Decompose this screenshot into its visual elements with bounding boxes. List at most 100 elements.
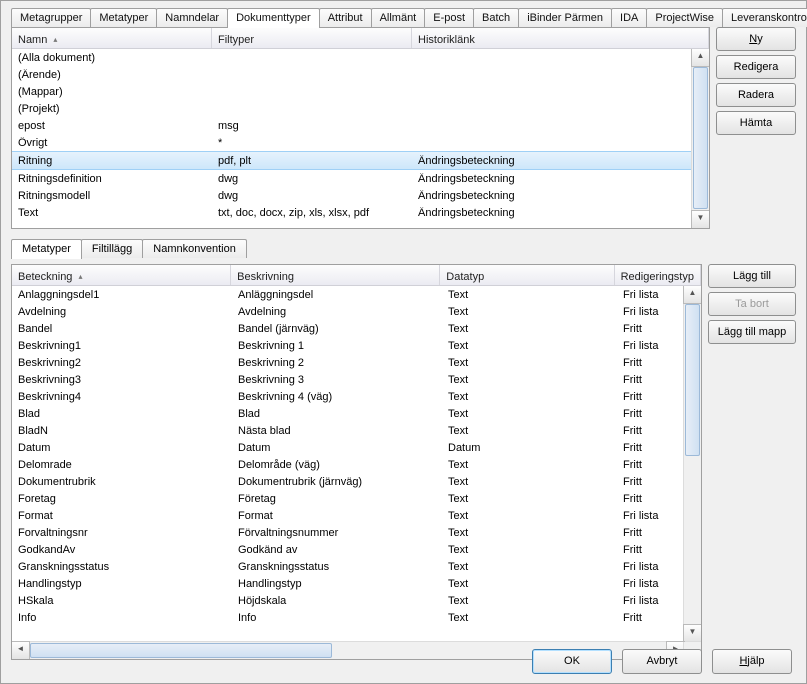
- cell-beskrivning: Höjdskala: [232, 595, 442, 607]
- main-tab[interactable]: Leveranskontroll: [722, 8, 807, 27]
- add-folder-button[interactable]: Lägg till mapp: [708, 320, 796, 344]
- help-button[interactable]: Hjälp: [712, 649, 792, 674]
- cell-datatyp: Text: [442, 408, 617, 420]
- sub-tab[interactable]: Metatyper: [11, 239, 82, 259]
- cell-historylink: Ändringsbeteckning: [412, 190, 692, 202]
- edit-button[interactable]: Redigera: [716, 55, 796, 79]
- table-row[interactable]: Anlaggningsdel1AnläggningsdelTextFri lis…: [12, 286, 684, 303]
- main-tab[interactable]: Metagrupper: [11, 8, 91, 27]
- column-header[interactable]: Namn▴: [12, 28, 212, 48]
- table-row[interactable]: DokumentrubrikDokumentrubrik (järnväg)Te…: [12, 473, 684, 490]
- cell-beskrivning: Blad: [232, 408, 442, 420]
- sub-tab[interactable]: Filtillägg: [81, 239, 143, 258]
- main-tab[interactable]: Metatyper: [90, 8, 157, 27]
- new-button[interactable]: Ny: [716, 27, 796, 51]
- scroll-up-icon[interactable]: ▲: [683, 286, 701, 304]
- cell-datatyp: Text: [442, 595, 617, 607]
- grid-header: Namn▴FiltyperHistoriklänk: [12, 28, 709, 49]
- main-tab[interactable]: Attribut: [319, 8, 372, 27]
- cell-beteckning: Beskrivning1: [12, 340, 232, 352]
- cell-redigeringstyp: Fritt: [617, 374, 684, 386]
- main-tab[interactable]: ProjectWise: [646, 8, 723, 27]
- table-row[interactable]: Övrigt*: [12, 134, 692, 151]
- grid-header: Beteckning▴BeskrivningDatatypRedigerings…: [12, 265, 701, 286]
- cell-redigeringstyp: Fritt: [617, 493, 684, 505]
- metatypes-grid: Beteckning▴BeskrivningDatatypRedigerings…: [11, 264, 702, 660]
- cell-beteckning: Beskrivning3: [12, 374, 232, 386]
- cell-beskrivning: Anläggningsdel: [232, 289, 442, 301]
- cancel-button[interactable]: Avbryt: [622, 649, 702, 674]
- scroll-thumb[interactable]: [685, 304, 700, 456]
- main-tab[interactable]: Namndelar: [156, 8, 228, 27]
- table-row[interactable]: (Alla dokument): [12, 49, 692, 66]
- table-row[interactable]: Texttxt, doc, docx, zip, xls, xlsx, pdfÄ…: [12, 204, 692, 221]
- table-row[interactable]: BandelBandel (järnväg)TextFritt: [12, 320, 684, 337]
- main-tab[interactable]: IDA: [611, 8, 647, 27]
- top-side-buttons: Ny Redigera Radera Hämta: [716, 27, 796, 229]
- scroll-thumb[interactable]: [693, 67, 708, 209]
- table-row[interactable]: AvdelningAvdelningTextFri lista: [12, 303, 684, 320]
- table-row[interactable]: Beskrivning1Beskrivning 1TextFri lista: [12, 337, 684, 354]
- cell-datatyp: Text: [442, 323, 617, 335]
- cell-beskrivning: Beskrivning 3: [232, 374, 442, 386]
- table-row[interactable]: (Mappar): [12, 83, 692, 100]
- table-row[interactable]: ForetagFöretagTextFritt: [12, 490, 684, 507]
- cell-redigeringstyp: Fritt: [617, 391, 684, 403]
- column-header[interactable]: Datatyp: [440, 265, 614, 285]
- table-row[interactable]: HandlingstypHandlingstypTextFri lista: [12, 575, 684, 592]
- cell-redigeringstyp: Fri lista: [617, 510, 684, 522]
- cell-filetypes: pdf, plt: [212, 155, 412, 167]
- column-header[interactable]: Beteckning▴: [12, 265, 231, 285]
- cell-beskrivning: Beskrivning 2: [232, 357, 442, 369]
- table-row[interactable]: ForvaltningsnrFörvaltningsnummerTextFrit…: [12, 524, 684, 541]
- table-row[interactable]: BladBladTextFritt: [12, 405, 684, 422]
- table-row[interactable]: Ritningpdf, pltÄndringsbeteckning: [12, 151, 692, 170]
- table-row[interactable]: InfoInfoTextFritt: [12, 609, 684, 626]
- table-row[interactable]: DelomradeDelområde (väg)TextFritt: [12, 456, 684, 473]
- table-row[interactable]: epostmsg: [12, 117, 692, 134]
- main-tab[interactable]: E-post: [424, 8, 474, 27]
- cell-beteckning: Handlingstyp: [12, 578, 232, 590]
- table-row[interactable]: BladNNästa bladTextFritt: [12, 422, 684, 439]
- column-header[interactable]: Historiklänk: [412, 28, 709, 48]
- table-row[interactable]: Beskrivning2Beskrivning 2TextFritt: [12, 354, 684, 371]
- scroll-up-icon[interactable]: ▲: [691, 49, 709, 67]
- cell-beteckning: Blad: [12, 408, 232, 420]
- table-row[interactable]: RitningsdefinitiondwgÄndringsbeteckning: [12, 170, 692, 187]
- table-row[interactable]: HSkalaHöjdskalaTextFri lista: [12, 592, 684, 609]
- cell-name: (Ärende): [12, 69, 212, 81]
- table-row[interactable]: FormatFormatTextFri lista: [12, 507, 684, 524]
- cell-redigeringstyp: Fritt: [617, 425, 684, 437]
- scroll-down-icon[interactable]: ▼: [691, 210, 709, 228]
- main-tab[interactable]: iBinder Pärmen: [518, 8, 612, 27]
- table-row[interactable]: (Ärende): [12, 66, 692, 83]
- fetch-button[interactable]: Hämta: [716, 111, 796, 135]
- remove-button[interactable]: Ta bort: [708, 292, 796, 316]
- main-tab[interactable]: Allmänt: [371, 8, 426, 27]
- vertical-scrollbar[interactable]: ▲ ▼: [691, 49, 709, 228]
- table-row[interactable]: GodkandAvGodkänd avTextFritt: [12, 541, 684, 558]
- cell-redigeringstyp: Fritt: [617, 323, 684, 335]
- column-header[interactable]: Filtyper: [212, 28, 412, 48]
- table-row[interactable]: Beskrivning3Beskrivning 3TextFritt: [12, 371, 684, 388]
- ok-button[interactable]: OK: [532, 649, 612, 674]
- sub-tab[interactable]: Namnkonvention: [142, 239, 247, 258]
- table-row[interactable]: RitningsmodelldwgÄndringsbeteckning: [12, 187, 692, 204]
- add-button[interactable]: Lägg till: [708, 264, 796, 288]
- vertical-scrollbar[interactable]: ▲ ▼: [683, 286, 701, 642]
- cell-redigeringstyp: Fri lista: [617, 595, 684, 607]
- table-row[interactable]: Beskrivning4Beskrivning 4 (väg)TextFritt: [12, 388, 684, 405]
- column-header[interactable]: Redigeringstyp: [615, 265, 701, 285]
- cell-beskrivning: Beskrivning 4 (väg): [232, 391, 442, 403]
- delete-button[interactable]: Radera: [716, 83, 796, 107]
- main-tab[interactable]: Batch: [473, 8, 519, 27]
- column-header[interactable]: Beskrivning: [231, 265, 440, 285]
- table-row[interactable]: GranskningsstatusGranskningsstatusTextFr…: [12, 558, 684, 575]
- cell-beteckning: Anlaggningsdel1: [12, 289, 232, 301]
- table-row[interactable]: DatumDatumDatumFritt: [12, 439, 684, 456]
- table-row[interactable]: (Projekt): [12, 100, 692, 117]
- cell-beteckning: Foretag: [12, 493, 232, 505]
- cell-datatyp: Text: [442, 527, 617, 539]
- cell-redigeringstyp: Fritt: [617, 544, 684, 556]
- main-tab[interactable]: Dokumenttyper: [227, 8, 320, 28]
